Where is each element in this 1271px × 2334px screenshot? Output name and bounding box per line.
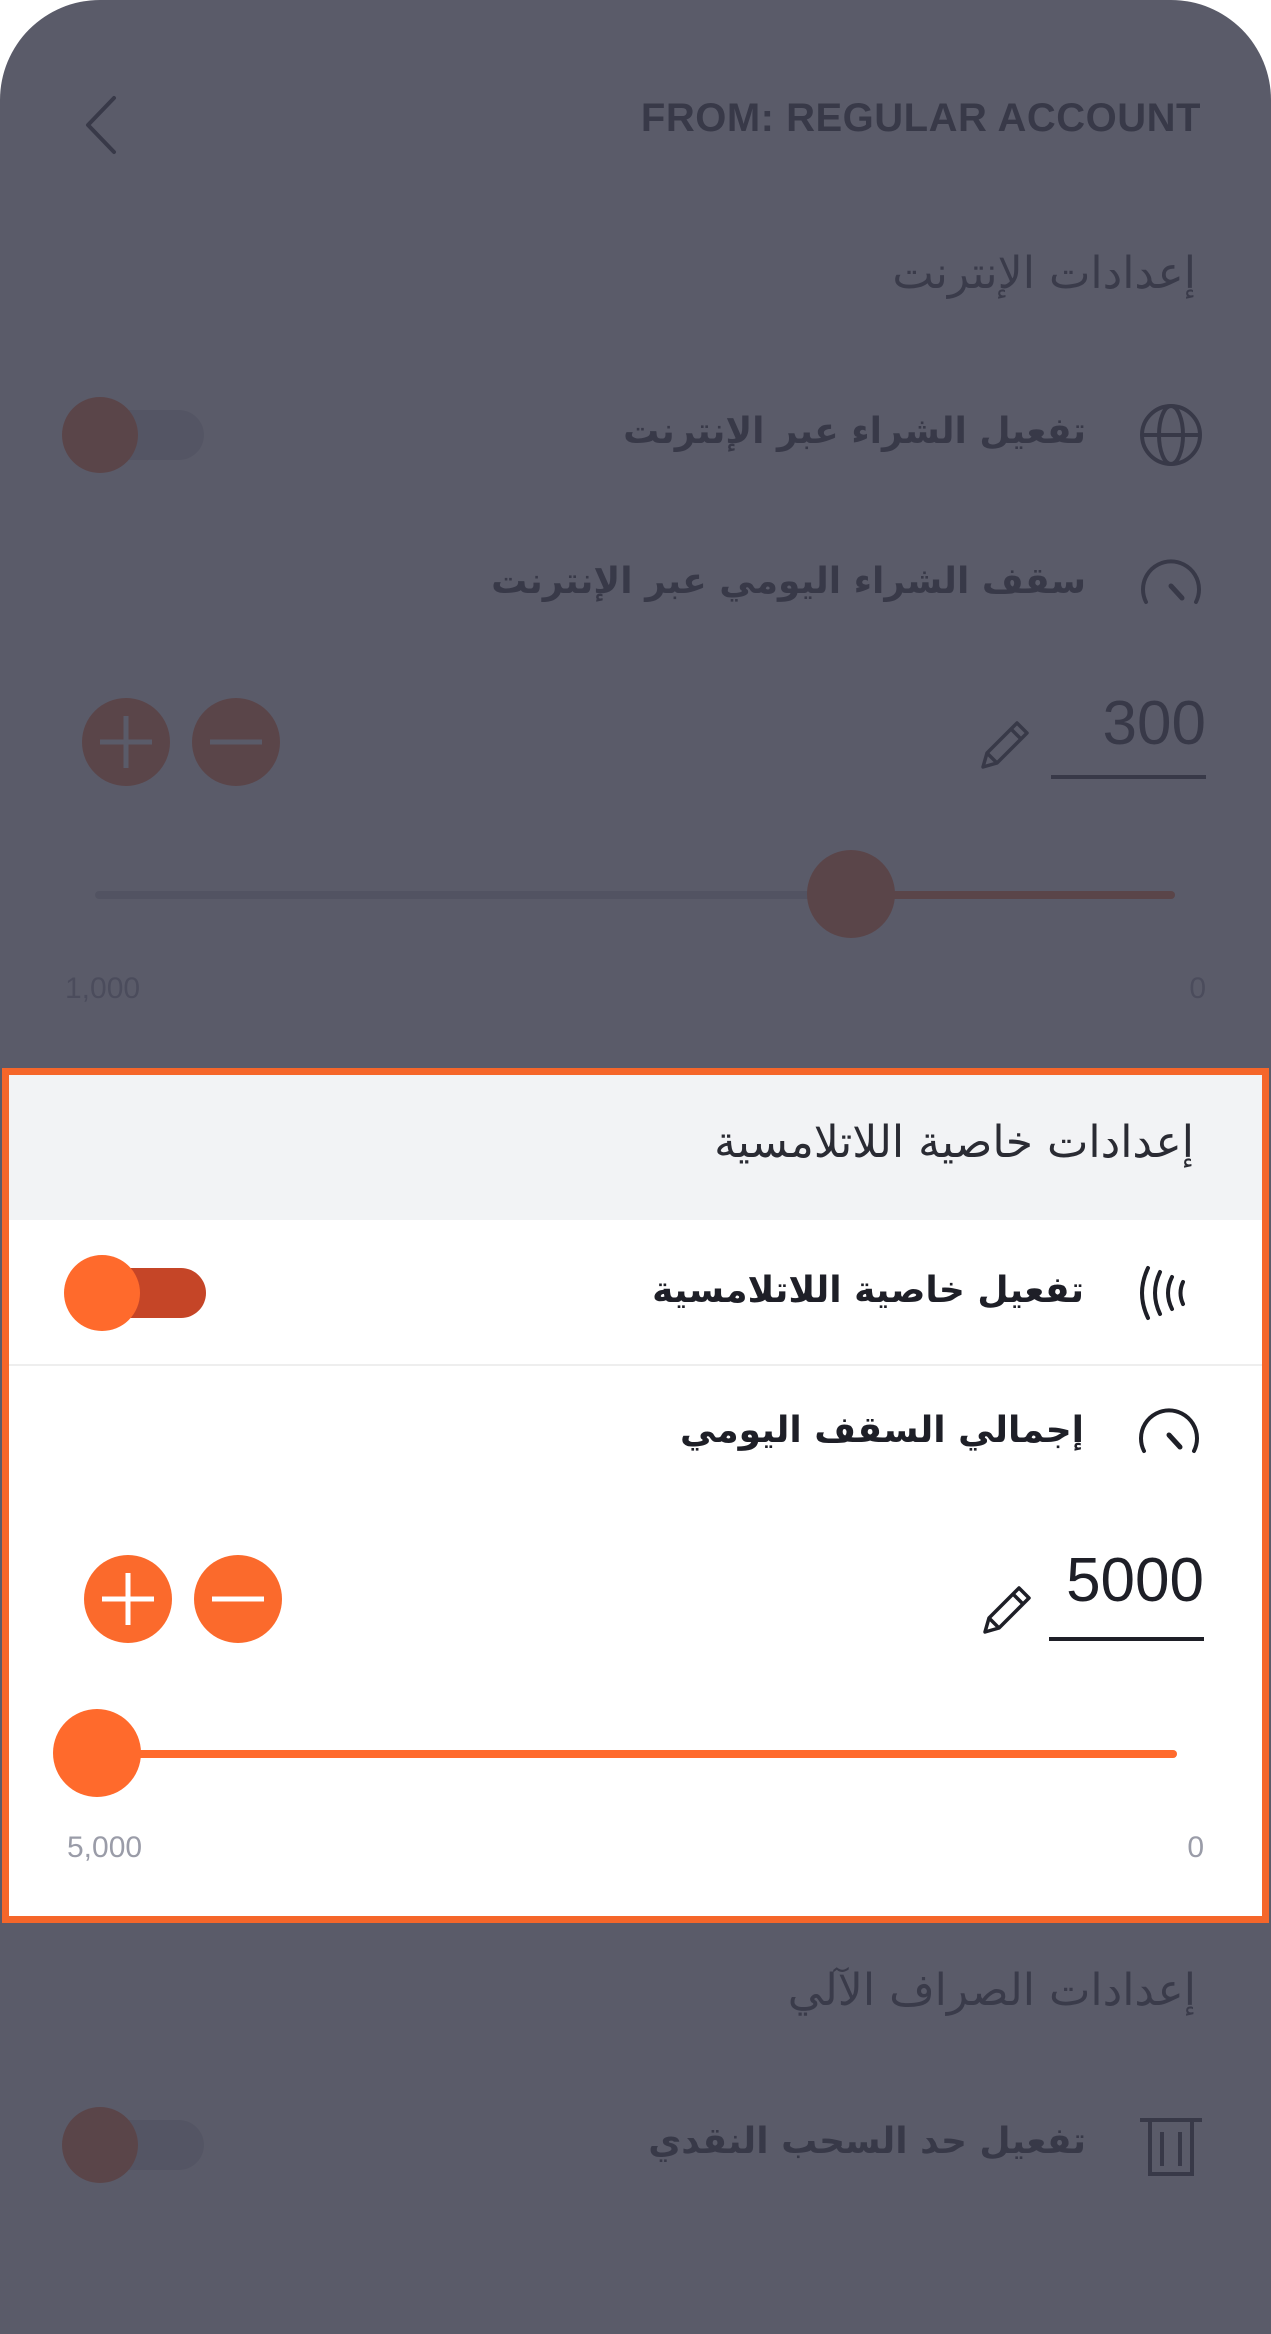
internet-section-title: إعدادات الإنترنت bbox=[892, 248, 1196, 299]
internet-purchase-toggle-knob[interactable] bbox=[62, 397, 138, 473]
contactless-range-max-label: 5,000 bbox=[67, 1831, 143, 1864]
contactless-waves-icon bbox=[1134, 1258, 1204, 1328]
contactless-limit-amount[interactable]: 5000 bbox=[1049, 1545, 1204, 1616]
atm-section-title: إعدادات الصراف الآلي bbox=[787, 1965, 1196, 2016]
contactless-decrease-button[interactable] bbox=[194, 1555, 282, 1643]
contactless-limit-slider-fill bbox=[97, 1750, 1177, 1758]
speedometer-icon bbox=[1134, 1399, 1204, 1469]
internet-decrease-button[interactable] bbox=[192, 698, 280, 786]
contactless-section-header: إعدادات خاصية اللاتلامسية bbox=[9, 1075, 1262, 1220]
internet-limit-slider-thumb[interactable] bbox=[807, 850, 895, 938]
contactless-toggle-knob[interactable] bbox=[64, 1255, 140, 1331]
atm-enable-label: تفعيل حد السحب النقدي bbox=[648, 2121, 1086, 2162]
contactless-limit-row: إجمالي السقف اليومي bbox=[9, 1375, 1262, 1505]
globe-icon bbox=[1136, 400, 1206, 470]
atm-enable-row: تفعيل حد السحب النقدي bbox=[0, 2095, 1271, 2195]
speedometer-icon bbox=[1136, 550, 1206, 620]
internet-limit-label: سقف الشراء اليومي عبر الإنترنت bbox=[491, 561, 1086, 602]
contactless-range-min-label: 0 bbox=[1187, 1831, 1204, 1864]
atm-icon bbox=[1136, 2110, 1206, 2180]
contactless-limit-label: إجمالي السقف اليومي bbox=[679, 1410, 1084, 1451]
contactless-amount-underline bbox=[1049, 1637, 1204, 1641]
contactless-settings-section: إعدادات خاصية اللاتلامسية تفعيل خاصية ال… bbox=[2, 1068, 1269, 1923]
atm-cash-limit-toggle-knob[interactable] bbox=[62, 2107, 138, 2183]
contactless-enable-label: تفعيل خاصية اللاتلامسية bbox=[652, 1270, 1084, 1311]
contactless-limit-slider-thumb[interactable] bbox=[53, 1709, 141, 1797]
internet-enable-label: تفعيل الشراء عبر الإنترنت bbox=[623, 411, 1086, 452]
row-divider bbox=[9, 1364, 1262, 1366]
internet-range-min-label: 0 bbox=[1189, 972, 1206, 1005]
card-settings-screen: FROM: REGULAR ACCOUNT إعدادات الإنترنت ت… bbox=[0, 0, 1271, 2334]
pencil-icon[interactable] bbox=[975, 715, 1035, 775]
internet-amount-underline bbox=[1051, 775, 1206, 779]
pencil-icon[interactable] bbox=[977, 1580, 1037, 1640]
internet-range-max-label: 1,000 bbox=[65, 972, 141, 1005]
contactless-enable-row: تفعيل خاصية اللاتلامسية bbox=[9, 1220, 1262, 1365]
internet-limit-amount[interactable]: 300 bbox=[1051, 688, 1206, 759]
account-title: FROM: REGULAR ACCOUNT bbox=[640, 96, 1201, 140]
internet-limit-slider-fill bbox=[851, 891, 1175, 899]
contactless-increase-button[interactable] bbox=[84, 1555, 172, 1643]
chevron-left-icon[interactable] bbox=[70, 90, 140, 160]
contactless-section-title: إعدادات خاصية اللاتلامسية bbox=[714, 1117, 1194, 1168]
internet-enable-row: تفعيل الشراء عبر الإنترنت bbox=[0, 385, 1271, 485]
internet-increase-button[interactable] bbox=[82, 698, 170, 786]
internet-limit-row: سقف الشراء اليومي عبر الإنترنت bbox=[0, 535, 1271, 635]
